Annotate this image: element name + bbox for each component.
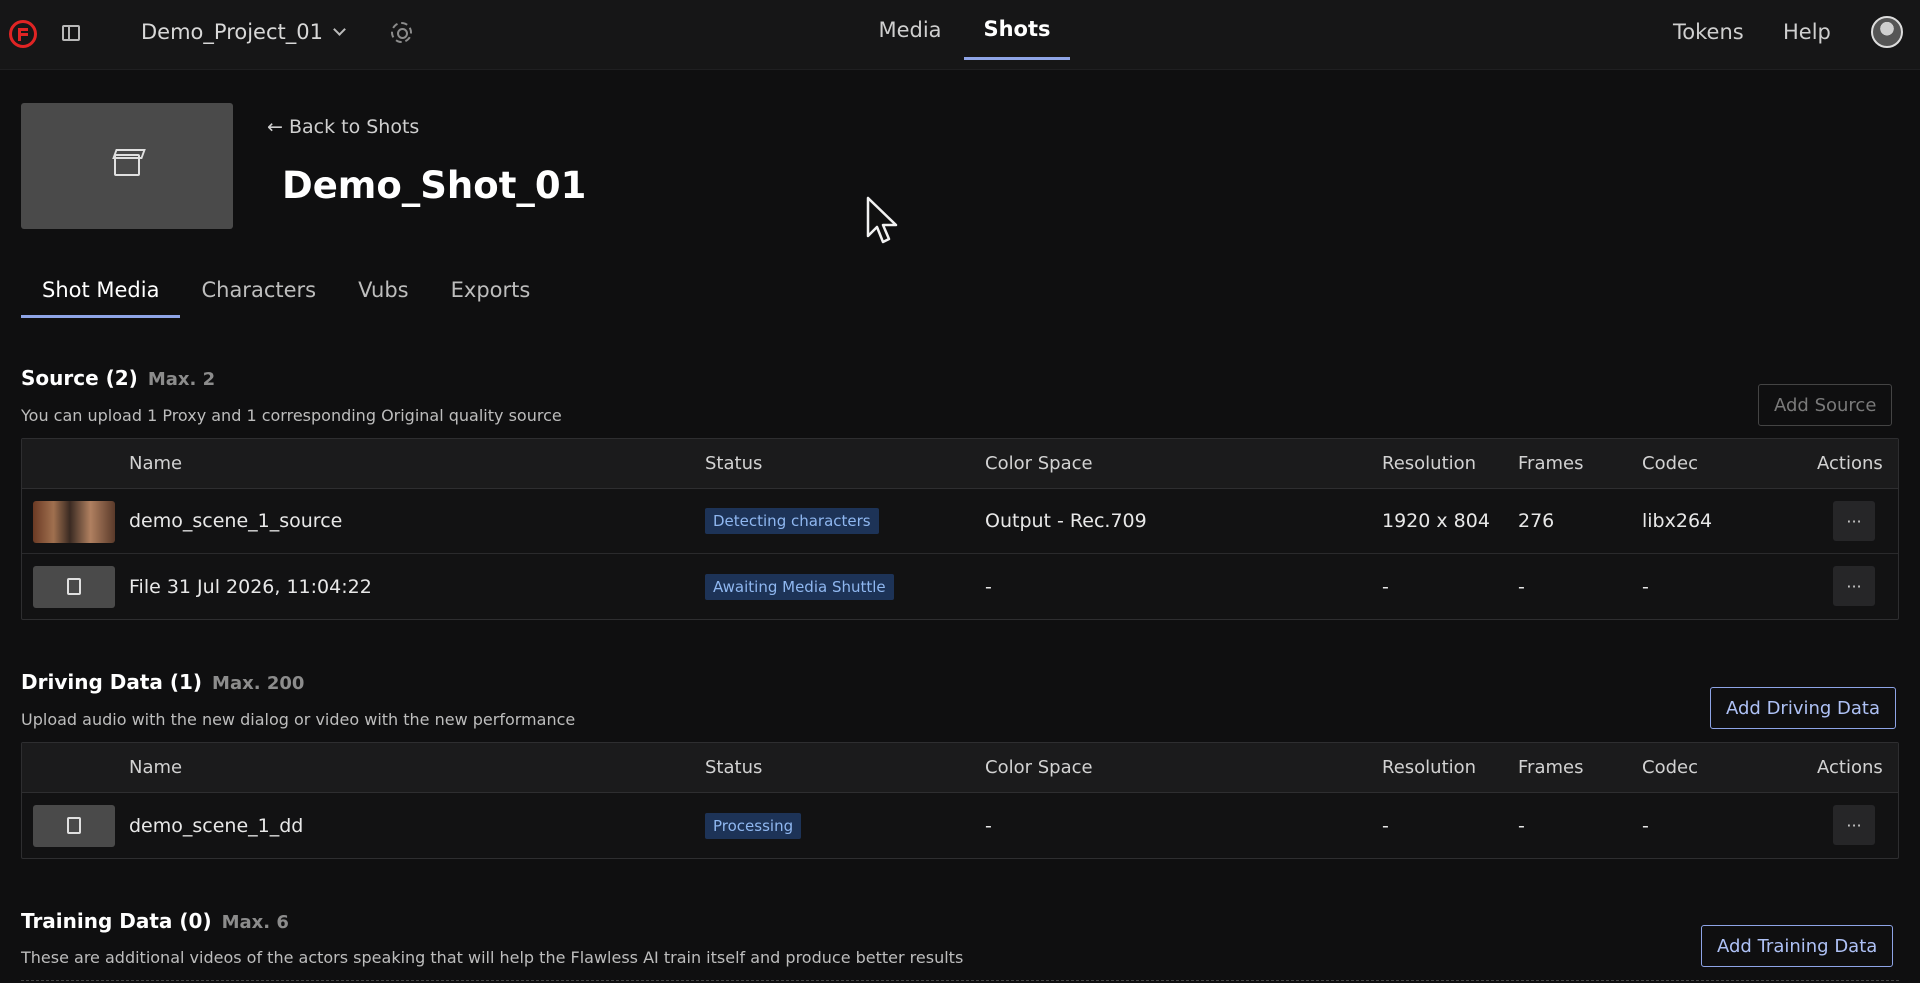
table-row[interactable]: demo_scene_1_dd Processing - - - - ··· [22,793,1898,858]
driving-title: Driving Data (1) [21,670,203,694]
training-description: These are additional videos of the actor… [21,948,964,967]
status-badge: Processing [705,812,802,839]
row-frames: - [1518,814,1525,837]
col-name: Name [129,453,183,474]
col-codec: Codec [1642,757,1698,778]
file-thumbnail [33,805,115,847]
col-resolution: Resolution [1382,453,1477,474]
source-title: Source (2) [21,366,138,390]
table-header: Name Status Color Space Resolution Frame… [22,743,1898,793]
shot-thumbnail [21,103,233,229]
project-name: Demo_Project_01 [141,20,323,44]
file-thumbnail [33,566,115,608]
row-name: demo_scene_1_dd [129,814,304,837]
add-source-button[interactable]: Add Source [1758,384,1893,426]
row-codec: libx264 [1642,510,1713,532]
col-resolution: Resolution [1382,757,1477,778]
driving-max: Max. 200 [212,673,305,694]
driving-section-title: Driving Data (1) Max. 200 [21,670,304,694]
col-frames: Frames [1518,757,1584,778]
source-description: You can upload 1 Proxy and 1 correspondi… [21,406,562,425]
sidebar-toggle-icon[interactable] [62,25,80,41]
source-max: Max. 2 [147,369,216,390]
chevron-down-icon [333,23,346,36]
tokens-link[interactable]: Tokens [1673,20,1744,44]
mouse-cursor-icon [866,196,898,244]
back-to-shots-link[interactable]: ← Back to Shots [267,116,419,138]
row-actions-button[interactable]: ··· [1833,805,1875,845]
col-status: Status [705,757,763,778]
avatar[interactable] [1871,16,1903,48]
row-color-space: Output - Rec.709 [985,510,1147,532]
app-logo-icon[interactable] [9,20,37,48]
table-row[interactable]: File 31 Jul 2026, 11:04:22 Awaiting Medi… [22,554,1898,619]
row-resolution: - [1382,814,1389,837]
driving-table: Name Status Color Space Resolution Frame… [21,742,1899,859]
row-frames: - [1518,575,1525,598]
row-name: File 31 Jul 2026, 11:04:22 [129,575,372,598]
file-icon [67,578,81,595]
col-frames: Frames [1518,453,1584,474]
gear-icon[interactable] [391,22,412,43]
row-actions-button[interactable]: ··· [1833,566,1875,606]
col-color-space: Color Space [985,757,1093,778]
status-badge: Detecting characters [705,508,879,534]
row-color-space: - [985,575,992,598]
row-codec: - [1642,814,1649,837]
col-status: Status [705,453,763,474]
status-badge: Awaiting Media Shuttle [705,573,894,600]
training-section-title: Training Data (0) Max. 6 [21,909,289,933]
row-status: Awaiting Media Shuttle [705,554,894,619]
driving-description: Upload audio with the new dialog or vide… [21,710,576,729]
shot-tabs: Shot Media Characters Vubs Exports [21,270,551,318]
col-actions: Actions [1817,453,1883,474]
add-driving-data-button[interactable]: Add Driving Data [1710,687,1897,729]
top-bar: Demo_Project_01 Media Shots Tokens Help [0,0,1920,70]
row-resolution: - [1382,575,1389,598]
training-max: Max. 6 [221,912,289,933]
row-frames: 276 [1518,510,1555,532]
row-status: Processing [705,793,802,858]
row-name: demo_scene_1_source [129,510,343,532]
source-table: Name Status Color Space Resolution Frame… [21,438,1899,620]
row-resolution: 1920 x 804 [1382,510,1490,532]
nav-media[interactable]: Media [868,0,952,60]
training-title: Training Data (0) [21,909,212,933]
nav-shots[interactable]: Shots [964,0,1070,60]
audio-file-icon [67,817,81,834]
tab-characters[interactable]: Characters [180,270,337,318]
tab-exports[interactable]: Exports [430,270,552,318]
col-actions: Actions [1817,757,1883,778]
tab-shot-media[interactable]: Shot Media [21,270,181,318]
source-section-title: Source (2) Max. 2 [21,366,215,390]
row-status: Detecting characters [705,489,879,553]
help-link[interactable]: Help [1783,20,1831,44]
add-training-data-button[interactable]: Add Training Data [1701,925,1894,967]
page-title: Demo_Shot_01 [282,164,587,207]
table-row[interactable]: demo_scene_1_source Detecting characters… [22,489,1898,554]
video-thumbnail [33,501,115,543]
divider [21,980,1899,981]
col-color-space: Color Space [985,453,1093,474]
col-name: Name [129,757,183,778]
table-header: Name Status Color Space Resolution Frame… [22,439,1898,489]
clapperboard-icon [114,154,140,176]
col-codec: Codec [1642,453,1698,474]
row-color-space: - [985,814,992,837]
row-codec: - [1642,575,1649,598]
row-actions-button[interactable]: ··· [1833,501,1875,541]
project-selector[interactable]: Demo_Project_01 [141,20,346,44]
tab-vubs[interactable]: Vubs [337,270,430,318]
